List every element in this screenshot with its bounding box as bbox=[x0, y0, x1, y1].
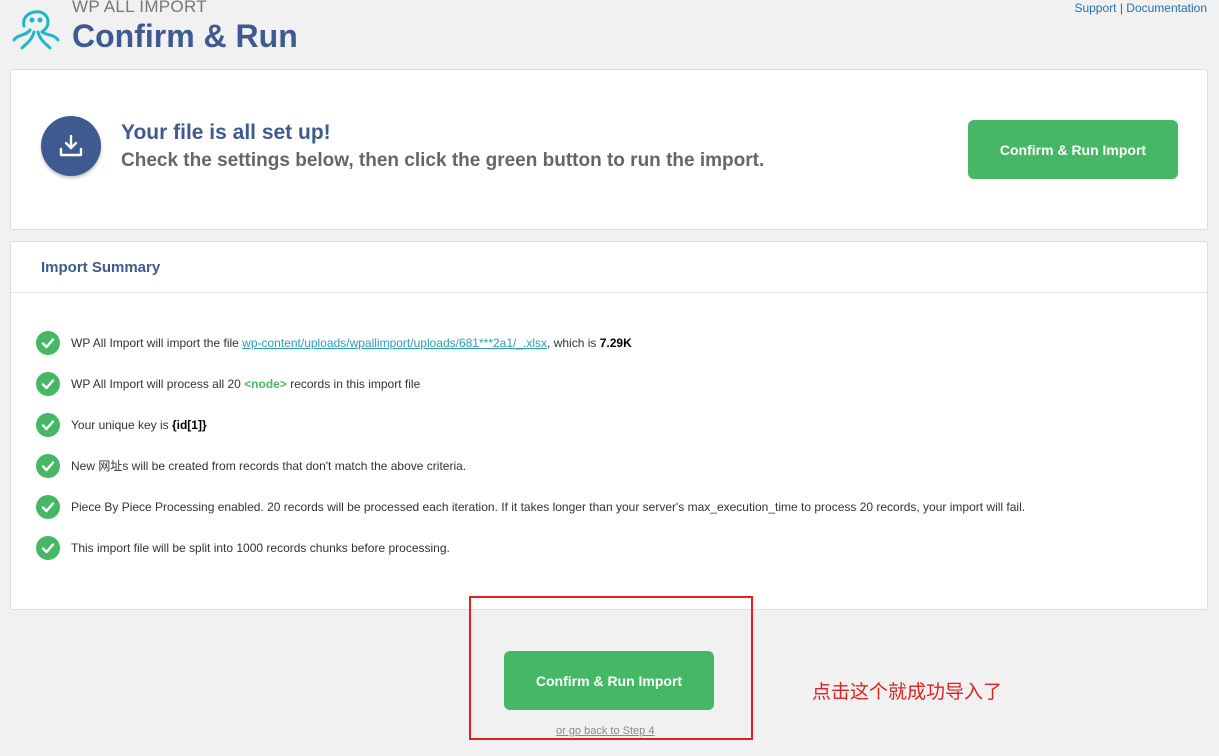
summary-text: WP All Import will import the file wp-co… bbox=[71, 336, 632, 350]
summary-header: Import Summary bbox=[11, 242, 1207, 293]
annotation-highlight-box bbox=[469, 596, 753, 740]
list-item: This import file will be split into 1000… bbox=[36, 527, 1025, 568]
import-summary-panel: Import Summary WP All Import will import… bbox=[10, 241, 1208, 610]
list-item: New 网址s will be created from records tha… bbox=[36, 445, 1025, 486]
octopus-logo-icon bbox=[12, 10, 60, 50]
file-size: 7.29K bbox=[599, 335, 632, 350]
summary-text: New 网址s will be created from records tha… bbox=[71, 459, 467, 473]
setup-subtitle: Check the settings below, then click the… bbox=[121, 150, 765, 171]
brand-name: WP ALL IMPORT bbox=[72, 0, 207, 16]
summary-text: This import file will be split into 1000… bbox=[71, 540, 450, 555]
setup-title: Your file is all set up! bbox=[121, 121, 331, 144]
check-icon bbox=[36, 494, 60, 519]
import-file-link[interactable]: wp-content/uploads/wpallimport/uploads/6… bbox=[242, 336, 547, 350]
summary-text-prefix: WP All Import will process all 20 bbox=[71, 376, 245, 391]
summary-list: WP All Import will import the file wp-co… bbox=[36, 322, 1025, 568]
annotation-text: 点击这个就成功导入了 bbox=[812, 682, 1003, 703]
summary-text: Piece By Piece Processing enabled. 20 re… bbox=[71, 499, 1026, 514]
setup-panel: Your file is all set up! Check the setti… bbox=[10, 69, 1208, 230]
node-tag: <node> bbox=[244, 376, 287, 391]
documentation-link[interactable]: Documentation bbox=[1126, 1, 1207, 15]
list-item: Piece By Piece Processing enabled. 20 re… bbox=[36, 486, 1025, 527]
summary-text: WP All Import will process all 20 <node>… bbox=[71, 377, 420, 391]
list-item: Your unique key is {id[1]} bbox=[36, 404, 1025, 445]
check-icon bbox=[36, 330, 60, 355]
page-title: Confirm & Run bbox=[72, 18, 298, 54]
unique-key: {id[1]} bbox=[171, 417, 207, 432]
confirm-run-import-button[interactable]: Confirm & Run Import bbox=[968, 120, 1178, 179]
check-icon bbox=[36, 535, 60, 560]
check-icon bbox=[36, 453, 60, 478]
check-icon bbox=[36, 371, 60, 396]
page: WP ALL IMPORT Confirm & Run Support | Do… bbox=[0, 0, 1219, 756]
summary-title: Import Summary bbox=[41, 258, 161, 276]
list-item: WP All Import will import the file wp-co… bbox=[36, 322, 1025, 363]
link-separator: | bbox=[1116, 1, 1127, 15]
check-icon bbox=[36, 412, 60, 437]
summary-text: Your unique key is {id[1]} bbox=[71, 418, 207, 432]
support-link[interactable]: Support bbox=[1074, 1, 1116, 15]
list-item: WP All Import will process all 20 <node>… bbox=[36, 363, 1025, 404]
summary-text-prefix: WP All Import will import the file bbox=[71, 335, 243, 350]
summary-text-mid: , which is bbox=[547, 335, 600, 350]
download-icon bbox=[41, 116, 101, 176]
top-links: Support | Documentation bbox=[1074, 1, 1207, 15]
summary-text-suffix: records in this import file bbox=[286, 376, 421, 391]
summary-text-prefix: Your unique key is bbox=[71, 417, 172, 432]
